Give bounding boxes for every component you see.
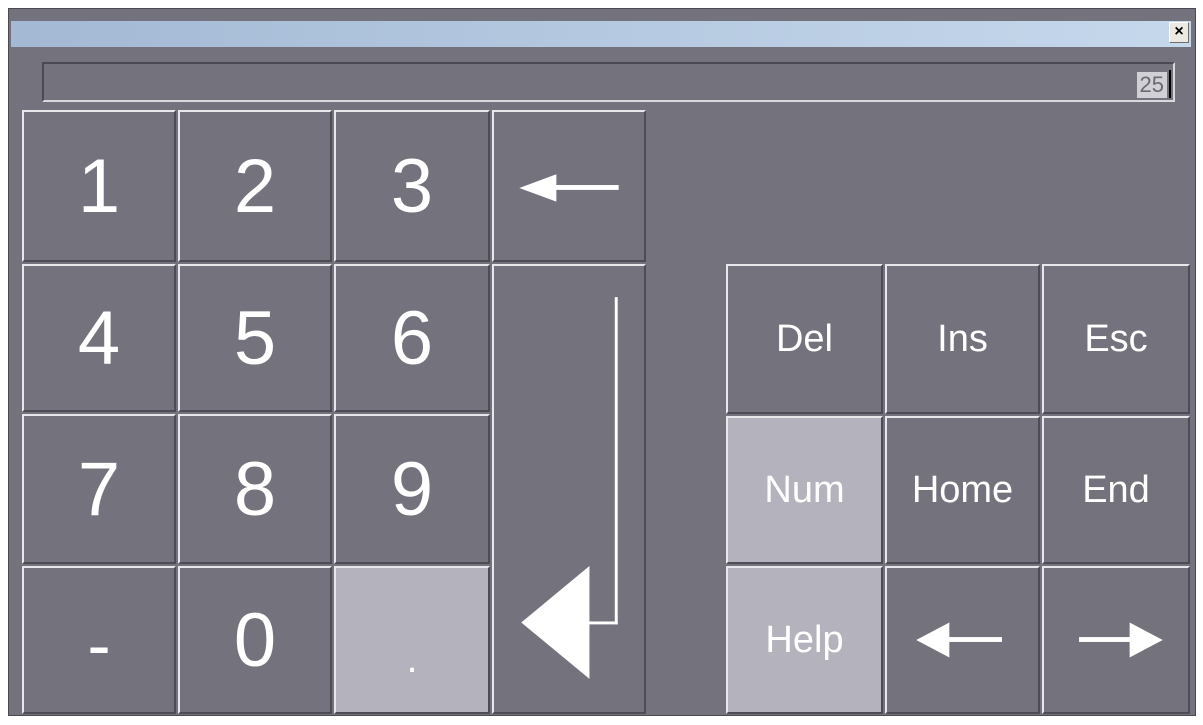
key-9[interactable]: 9 — [334, 414, 490, 564]
delete-button[interactable]: Del — [726, 264, 883, 414]
key-0[interactable]: 0 — [178, 566, 332, 714]
cursor-right-button[interactable] — [1042, 566, 1190, 714]
enter-arrow-icon — [521, 297, 618, 679]
key-8[interactable]: 8 — [178, 414, 332, 564]
key-3[interactable]: 3 — [334, 110, 490, 262]
right-arrow-icon — [1079, 622, 1163, 658]
key-1[interactable]: 1 — [22, 110, 176, 262]
key-2[interactable]: 2 — [178, 110, 332, 262]
key-5[interactable]: 5 — [178, 264, 332, 412]
cursor-left-button[interactable] — [885, 566, 1040, 714]
home-button[interactable]: Home — [885, 416, 1040, 564]
key-minus[interactable]: - — [22, 566, 176, 714]
value-input[interactable]: 25 — [42, 62, 1175, 102]
text-caret — [1169, 70, 1171, 98]
backspace-button[interactable] — [492, 110, 646, 262]
help-button[interactable]: Help — [726, 566, 883, 714]
key-decimal-point[interactable]: . — [334, 566, 490, 714]
close-icon: × — [1174, 23, 1184, 40]
end-button[interactable]: End — [1042, 416, 1190, 564]
left-arrow-icon — [519, 174, 619, 202]
key-7[interactable]: 7 — [22, 414, 176, 564]
left-arrow-icon — [916, 622, 1002, 658]
title-bar[interactable] — [11, 21, 1191, 47]
key-4[interactable]: 4 — [22, 264, 176, 412]
input-value: 25 — [1136, 72, 1167, 98]
key-6[interactable]: 6 — [334, 264, 490, 412]
close-button[interactable]: × — [1169, 22, 1189, 43]
insert-button[interactable]: Ins — [885, 264, 1040, 414]
num-lock-button[interactable]: Num — [726, 416, 883, 564]
escape-button[interactable]: Esc — [1042, 264, 1190, 414]
enter-button[interactable] — [492, 264, 646, 714]
